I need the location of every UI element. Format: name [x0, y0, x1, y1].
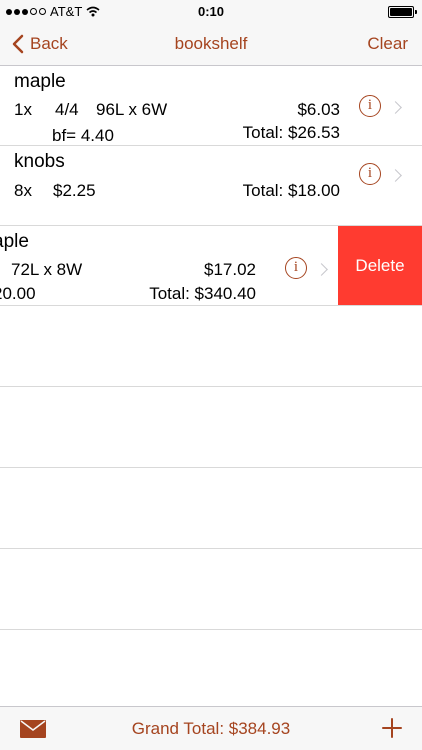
item-dimensions: 72L x 8W: [11, 260, 83, 279]
item-price: $17.02: [204, 260, 256, 279]
bottom-toolbar: Grand Total: $384.93: [0, 706, 422, 750]
item-name: knobs: [14, 151, 65, 172]
back-button[interactable]: Back: [12, 34, 68, 54]
item-quantity: 1x: [14, 100, 32, 119]
chevron-left-icon: [12, 34, 24, 54]
item-price: $6.03: [297, 100, 340, 119]
empty-row: [0, 630, 422, 711]
item-name: aple: [0, 231, 29, 252]
swiped-row-content: aple 72L x 8W $17.02 20.00 Total: $340.4…: [0, 226, 338, 305]
item-total: Total: $18.00: [242, 181, 340, 200]
item-total: Total: $26.53: [242, 123, 340, 142]
item-list: maple 1x 4/4 96L x 6W $6.03 bf= 4.40 Tot…: [0, 66, 422, 711]
back-label: Back: [30, 34, 68, 53]
item-quantity: 8x: [14, 181, 32, 200]
list-item[interactable]: knobs 8x $2.25 Total: $18.00 i: [0, 146, 422, 226]
plus-icon[interactable]: [382, 718, 402, 738]
battery-icon: [388, 6, 417, 18]
list-item-swiped[interactable]: aple 72L x 8W $17.02 20.00 Total: $340.4…: [0, 226, 422, 306]
info-icon[interactable]: i: [359, 163, 381, 185]
info-icon[interactable]: i: [285, 257, 307, 279]
item-price: $2.25: [53, 181, 96, 200]
item-total: Total: $340.40: [149, 284, 256, 303]
status-bar: AT&T 0:10: [0, 0, 422, 22]
status-time: 0:10: [197, 4, 225, 19]
item-dimensions: 96L x 6W: [96, 100, 168, 119]
empty-row: [0, 387, 422, 468]
chevron-right-icon: [389, 169, 402, 182]
item-thickness: 4/4: [55, 100, 79, 119]
item-board-feet: bf= 4.40: [52, 126, 114, 145]
empty-row: [0, 306, 422, 387]
clear-button[interactable]: Clear: [367, 34, 408, 54]
navigation-bar: Back bookshelf Clear: [0, 22, 422, 66]
info-icon[interactable]: i: [359, 95, 381, 117]
chevron-right-icon: [315, 263, 328, 276]
list-item[interactable]: maple 1x 4/4 96L x 6W $6.03 bf= 4.40 Tot…: [0, 66, 422, 146]
chevron-right-icon: [389, 101, 402, 114]
item-board-feet: 20.00: [0, 284, 36, 303]
grand-total: Grand Total: $384.93: [131, 719, 291, 738]
delete-button[interactable]: Delete: [338, 226, 422, 305]
empty-row: [0, 549, 422, 630]
empty-row: [0, 468, 422, 549]
item-name: maple: [14, 71, 66, 92]
